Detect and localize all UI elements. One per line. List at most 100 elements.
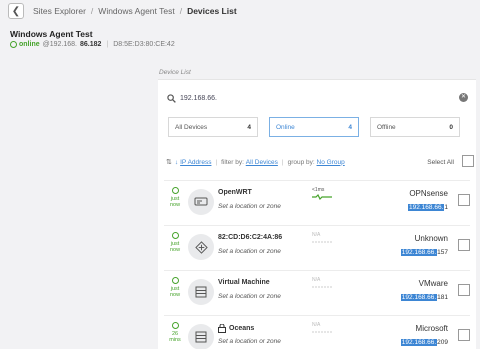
latency-sparkline [312, 194, 332, 200]
online-status-icon [10, 41, 17, 48]
device-name: Oceans [229, 325, 255, 332]
group-by-link[interactable]: No Group [317, 159, 345, 166]
device-vendor: VMware [418, 279, 448, 288]
device-vendor: Microsoft [415, 324, 448, 333]
device-name: OpenWRT [218, 189, 252, 196]
agent-status: online [10, 41, 40, 48]
device-row[interactable]: just now Virtual Machine Set a location … [164, 270, 470, 311]
last-seen: just now [169, 241, 181, 253]
filter-by-link[interactable]: All Devices [246, 159, 278, 166]
agent-title: Windows Agent Test [10, 29, 93, 39]
filter-count: 0 [449, 123, 453, 131]
latency-sparkline [312, 286, 332, 288]
sort-order-icon[interactable]: ⇅ [166, 158, 172, 166]
agent-subtitle: online @192.168. 86.182 | D8:5E:D3:80:CE:… [10, 41, 175, 48]
filter-label: Offline [377, 123, 396, 131]
device-latency: N/A [312, 322, 321, 328]
select-all-label: Select All [427, 158, 454, 166]
status-filters: All Devices 4 Online 4 Offline 0 [168, 117, 460, 137]
filter-offline[interactable]: Offline 0 [370, 117, 460, 137]
agent-status-text: online [19, 41, 40, 48]
device-vendor: OPNsense [409, 189, 448, 198]
last-seen: 26 mins [169, 331, 181, 343]
agent-ip-suffix: 86.182 [79, 41, 102, 48]
filter-by-label: filter by: [221, 158, 244, 166]
device-location[interactable]: Set a location or zone [218, 248, 281, 255]
ip-rest: 157 [437, 249, 448, 256]
breadcrumb: Sites Explorer / Windows Agent Test / De… [33, 6, 237, 16]
device-latency: N/A [312, 277, 321, 283]
device-status: just now [167, 232, 183, 253]
ip-match: 192.168.66. [400, 249, 438, 256]
back-button[interactable]: ❮ [8, 3, 24, 19]
breadcrumb-sites-explorer[interactable]: Sites Explorer [33, 6, 86, 16]
device-row[interactable]: just now OpenWRT Set a location or zone … [164, 180, 470, 221]
ip-rest: 1 [444, 204, 448, 211]
device-vendor: Unknown [414, 234, 448, 243]
device-location[interactable]: Set a location or zone [218, 338, 281, 345]
device-checkbox[interactable] [458, 329, 470, 341]
device-checkbox[interactable] [458, 239, 470, 251]
ip-match: 192.168.66. [408, 204, 445, 211]
agent-mac: D8:5E:D3:80:CE:42 [113, 41, 175, 48]
breadcrumb-separator: / [179, 6, 183, 16]
last-seen: just now [169, 196, 181, 208]
device-row[interactable]: 26 mins Oceans Set a location or zone N/… [164, 315, 470, 349]
lock-icon [218, 324, 226, 333]
online-status-icon [171, 322, 179, 329]
breadcrumb-separator: / [90, 6, 94, 16]
router-icon [188, 189, 214, 215]
device-list-panel: ✕ All Devices 4 Online 4 Offline 0 ⇅ ↓ I… [158, 79, 476, 349]
divider: | [281, 158, 284, 166]
server-icon [188, 279, 214, 305]
top-bar: ❮ Sites Explorer / Windows Agent Test / … [0, 0, 480, 22]
group-by-label: group by: [287, 158, 315, 166]
latency-sparkline [312, 331, 332, 333]
online-status-icon [171, 232, 179, 239]
device-location[interactable]: Set a location or zone [218, 293, 281, 300]
device-row[interactable]: just now 82:CD:D6:C2:4A:86 Set a locatio… [164, 225, 470, 266]
device-status: just now [167, 277, 183, 298]
device-name: 82:CD:D6:C2:4A:86 [218, 234, 283, 241]
last-seen: just now [169, 286, 181, 298]
latency-sparkline [312, 241, 332, 243]
device-ip: 192.168.66.209 [400, 339, 448, 346]
ip-rest: 209 [437, 339, 448, 346]
sort-field-link[interactable]: IP Address [180, 159, 211, 166]
filter-label: Online [276, 123, 295, 131]
device-ip: 192.168.66.181 [400, 294, 448, 301]
device-status: 26 mins [167, 322, 183, 343]
agent-ip-prefix: @192.168. [42, 41, 77, 48]
ip-match: 192.168.66. [400, 339, 438, 346]
search-icon [166, 93, 176, 103]
filter-count: 4 [247, 123, 251, 131]
device-ip: 192.168.66.1 [408, 204, 448, 211]
filter-count: 4 [348, 123, 352, 131]
device-name: Virtual Machine [218, 279, 270, 286]
divider: | [215, 158, 218, 166]
device-name-wrap: Oceans [218, 324, 254, 333]
select-all-checkbox[interactable] [462, 155, 474, 167]
device-status: just now [167, 187, 183, 208]
ip-rest: 181 [437, 294, 448, 301]
online-status-icon [171, 187, 179, 194]
sort-direction-icon[interactable]: ↓ [175, 159, 178, 166]
breadcrumb-windows-agent[interactable]: Windows Agent Test [98, 6, 174, 16]
filter-online[interactable]: Online 4 [269, 117, 359, 137]
search-input[interactable] [180, 94, 440, 102]
device-checkbox[interactable] [458, 194, 470, 206]
section-label: Device List [159, 69, 191, 76]
chevron-left-icon: ❮ [11, 5, 21, 17]
breadcrumb-current: Devices List [187, 6, 237, 16]
device-ip: 192.168.66.157 [400, 249, 448, 256]
online-status-icon [171, 277, 179, 284]
device-list: just now OpenWRT Set a location or zone … [164, 180, 470, 349]
divider: | [106, 41, 109, 48]
filter-all-devices[interactable]: All Devices 4 [168, 117, 258, 137]
clear-search-icon[interactable]: ✕ [459, 93, 468, 102]
device-checkbox[interactable] [458, 284, 470, 296]
device-location[interactable]: Set a location or zone [218, 203, 281, 210]
server-icon [188, 324, 214, 349]
sort-bar: ⇅ ↓ IP Address | filter by: All Devices … [166, 155, 474, 168]
network-node-icon [188, 234, 214, 260]
